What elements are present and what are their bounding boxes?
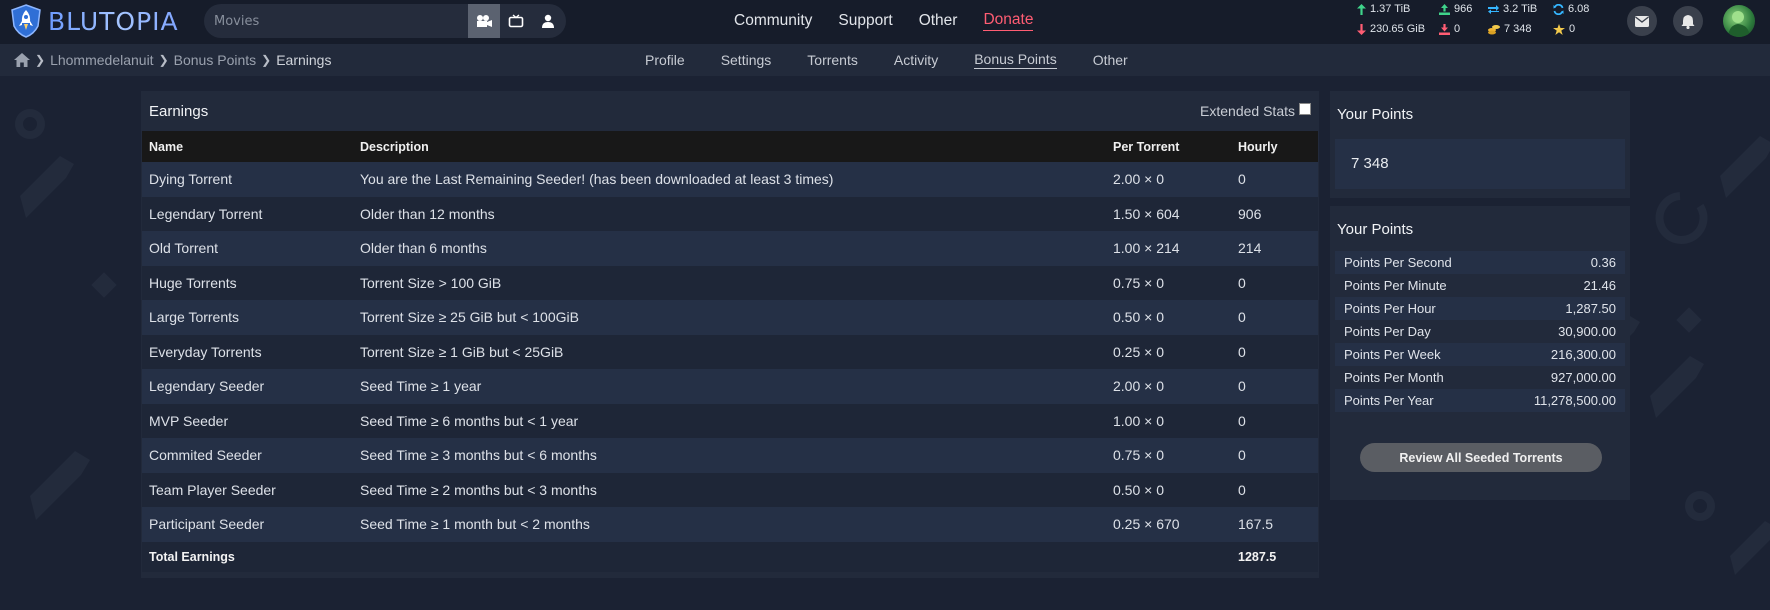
coins-icon xyxy=(1488,24,1500,34)
secondary-bar: ❯ Lhommedelanuit ❯ Bonus Points ❯ Earnin… xyxy=(0,44,1770,76)
column-header-description: Description xyxy=(353,131,1106,162)
subnav-bonus-points[interactable]: Bonus Points xyxy=(974,51,1057,69)
nav-donate[interactable]: Donate xyxy=(983,11,1034,31)
brand-name: BLUTOPIA xyxy=(48,6,179,36)
breadcrumb-user[interactable]: Lhommedelanuit xyxy=(50,52,154,68)
table-row: Everyday Torrents Torrent Size ≥ 1 GiB bu… xyxy=(142,334,1318,369)
search-person-button[interactable] xyxy=(532,4,564,38)
upload-tray-icon xyxy=(1439,3,1450,15)
table-row: Commited Seeder Seed Time ≥ 3 months but … xyxy=(142,438,1318,473)
avatar-image-icon xyxy=(1728,11,1750,37)
points-rates-title: Your Points xyxy=(1337,221,1414,238)
breadcrumb-section[interactable]: Bonus Points xyxy=(174,52,257,68)
subnav-other[interactable]: Other xyxy=(1093,52,1128,68)
arrow-up-icon xyxy=(1357,3,1366,15)
column-header-per-torrent: Per Torrent xyxy=(1106,131,1231,162)
user-avatar[interactable] xyxy=(1723,5,1755,37)
your-points-value: 7 348 xyxy=(1335,139,1625,189)
table-row: Huge Torrents Torrent Size > 100 GiB 0.75 … xyxy=(142,265,1318,300)
extended-stats-toggle[interactable]: Extended Stats xyxy=(1200,103,1311,119)
table-row: Legendary Seeder Seed Time ≥ 1 year 2.00 ×… xyxy=(142,369,1318,404)
messages-button[interactable] xyxy=(1627,6,1657,36)
chevron-right-icon: ❯ xyxy=(35,53,46,67)
stat-leeching[interactable]: 0 xyxy=(1439,23,1460,35)
list-item: Points Per Year 11,278,500.00 xyxy=(1335,389,1625,412)
stat-buffer[interactable]: 3.2 TiB xyxy=(1488,3,1537,15)
subnav-torrents[interactable]: Torrents xyxy=(807,52,858,68)
table-row: Dying Torrent You are the Last Remaining … xyxy=(142,162,1318,197)
review-seeded-torrents-button[interactable]: Review All Seeded Torrents xyxy=(1360,443,1602,472)
table-row: Legendary Torrent Older than 12 months 1.5… xyxy=(142,196,1318,231)
total-earnings-row: Total Earnings 1287.5 xyxy=(142,541,1318,572)
bell-icon xyxy=(1681,14,1695,29)
sync-icon xyxy=(1553,3,1564,15)
rocket-shield-icon xyxy=(11,4,41,38)
earnings-header: Earnings Extended Stats xyxy=(141,91,1319,131)
list-item: Points Per Minute 21.46 xyxy=(1335,274,1625,297)
total-earnings-value: 1287.5 xyxy=(1231,541,1318,572)
table-row: MVP Seeder Seed Time ≥ 6 months but < 1 y… xyxy=(142,403,1318,438)
stat-upload[interactable]: 1.37 TiB xyxy=(1357,3,1410,15)
breadcrumb-current: Earnings xyxy=(276,52,332,68)
extended-stats-label: Extended Stats xyxy=(1200,103,1295,119)
stat-bonus[interactable]: 7 348 xyxy=(1488,23,1532,35)
points-rates-panel: Your Points Points Per Second 0.36 Points… xyxy=(1330,206,1630,500)
stat-download[interactable]: 230.65 GiB xyxy=(1357,23,1425,35)
column-header-name: Name xyxy=(142,131,353,162)
arrow-down-icon xyxy=(1357,23,1366,35)
search-movies-button[interactable] xyxy=(468,4,500,38)
search-bar xyxy=(204,4,566,38)
main-nav: Community Support Other Donate xyxy=(734,0,1059,42)
table-row: Large Torrents Torrent Size ≥ 25 GiB but … xyxy=(142,300,1318,335)
search-tv-button[interactable] xyxy=(500,4,532,38)
points-rates-list: Points Per Second 0.36 Points Per Minute 2… xyxy=(1335,251,1625,412)
stat-fl-tokens[interactable]: 0 xyxy=(1553,23,1575,35)
nav-support[interactable]: Support xyxy=(838,12,892,30)
your-points-panel: Your Points 7 348 xyxy=(1330,91,1630,198)
star-icon xyxy=(1553,23,1565,35)
tv-icon xyxy=(508,14,524,28)
subnav-settings[interactable]: Settings xyxy=(721,52,772,68)
notifications-button[interactable] xyxy=(1673,6,1703,36)
table-row: Participant Seeder Seed Time ≥ 1 month bu… xyxy=(142,507,1318,542)
nav-other[interactable]: Other xyxy=(919,12,958,30)
list-item: Points Per Day 30,900.00 xyxy=(1335,320,1625,343)
stat-seeding[interactable]: 966 xyxy=(1439,3,1472,15)
your-points-title: Your Points xyxy=(1337,106,1414,123)
envelope-icon xyxy=(1635,15,1649,27)
download-tray-icon xyxy=(1439,23,1450,35)
earnings-panel: Earnings Extended Stats Name Description… xyxy=(141,91,1319,578)
table-header-row: Name Description Per Torrent Hourly xyxy=(142,131,1318,162)
video-camera-icon xyxy=(477,15,492,27)
person-icon xyxy=(542,14,554,28)
exchange-icon xyxy=(1488,4,1499,14)
earnings-title: Earnings xyxy=(149,102,209,120)
profile-subnav: Profile Settings Torrents Activity Bonus… xyxy=(645,44,1164,76)
column-header-hourly: Hourly xyxy=(1231,131,1318,162)
brand-logo[interactable]: BLUTOPIA xyxy=(10,4,179,38)
search-input[interactable] xyxy=(204,4,468,38)
home-icon[interactable] xyxy=(14,53,30,67)
total-earnings-label: Total Earnings xyxy=(142,541,353,572)
top-bar: BLUTOPIA Community Support Other Donate … xyxy=(0,0,1770,44)
table-row: Old Torrent Older than 6 months 1.00 × 214… xyxy=(142,231,1318,266)
earnings-table: Name Description Per Torrent Hourly Dyin… xyxy=(142,131,1318,572)
nav-community[interactable]: Community xyxy=(734,12,812,30)
breadcrumb: ❯ Lhommedelanuit ❯ Bonus Points ❯ Earnin… xyxy=(14,44,331,76)
list-item: Points Per Week 216,300.00 xyxy=(1335,343,1625,366)
stat-ratio[interactable]: 6.08 xyxy=(1553,3,1589,15)
list-item: Points Per Hour 1,287.50 xyxy=(1335,297,1625,320)
subnav-profile[interactable]: Profile xyxy=(645,52,685,68)
list-item: Points Per Month 927,000.00 xyxy=(1335,366,1625,389)
table-row: Team Player Seeder Seed Time ≥ 2 months b… xyxy=(142,472,1318,507)
extended-stats-checkbox[interactable] xyxy=(1299,103,1311,115)
chevron-right-icon: ❯ xyxy=(158,53,169,67)
subnav-activity[interactable]: Activity xyxy=(894,52,938,68)
list-item: Points Per Second 0.36 xyxy=(1335,251,1625,274)
chevron-right-icon: ❯ xyxy=(261,53,272,67)
